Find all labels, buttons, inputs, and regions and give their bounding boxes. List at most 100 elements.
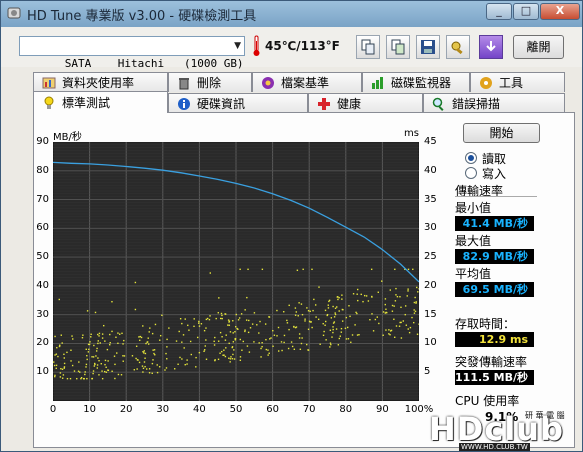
tab-file-benchmark[interactable]: 檔案基準 — [252, 72, 362, 92]
access-time-point — [142, 367, 145, 369]
access-time-point — [164, 369, 166, 371]
tab-folder-usage[interactable]: 資料夾使用率 — [33, 72, 168, 92]
title-bar[interactable]: HD Tune 專業版 v3.00 - 硬碟檢測工具 _ □ X — [1, 1, 582, 27]
drive-select[interactable]: SATA Hitachi (1000 GB) ▼ — [19, 36, 245, 70]
copy-text-button[interactable] — [356, 35, 380, 59]
exit-button[interactable]: 離開 — [513, 35, 564, 59]
access-time-point — [92, 372, 94, 375]
access-time-point — [293, 326, 295, 328]
copy-screenshot-button[interactable] — [386, 35, 410, 59]
access-time-point — [418, 288, 419, 290]
y-left-tick-label: 70 — [36, 193, 49, 205]
access-time-point — [229, 361, 231, 363]
access-time-point — [272, 329, 274, 332]
options-button[interactable] — [446, 35, 470, 59]
tab-health[interactable]: 健康 — [308, 93, 423, 113]
access-time-point — [413, 301, 416, 304]
access-time-point — [283, 311, 285, 313]
access-time-point — [369, 319, 371, 321]
access-time-point — [391, 304, 394, 307]
access-time-point — [377, 291, 379, 293]
tab-disk-monitor[interactable]: 磁碟監視器 — [362, 72, 470, 92]
access-time-point — [371, 295, 373, 298]
access-time-point — [328, 300, 330, 303]
access-time-point — [354, 324, 356, 326]
access-time-point — [311, 326, 313, 329]
drive-select-value: SATA Hitachi (1000 GB) — [64, 57, 244, 70]
access-time-point — [109, 333, 111, 336]
access-time-point — [248, 351, 251, 353]
access-time-point — [135, 357, 137, 360]
access-time-point — [317, 318, 320, 321]
access-time-point — [77, 370, 80, 372]
access-time-point — [340, 327, 343, 330]
access-time-point — [63, 366, 66, 368]
arrow-down-icon — [486, 41, 496, 52]
access-time-point — [227, 324, 229, 326]
access-time-point — [109, 341, 111, 344]
access-time-point — [414, 310, 417, 313]
access-time-point — [209, 272, 212, 274]
access-time-point — [158, 366, 161, 368]
access-time-point — [76, 377, 78, 380]
access-time-point — [134, 281, 137, 284]
access-time-point — [251, 323, 254, 325]
access-time-point — [356, 334, 359, 336]
access-time-point — [205, 327, 207, 329]
close-button[interactable]: X — [540, 3, 580, 20]
access-time-point — [121, 332, 123, 335]
trash-icon — [179, 77, 189, 89]
tab-benchmark[interactable]: 標準測試 — [33, 91, 168, 113]
access-time-point — [395, 287, 397, 290]
access-time-point — [228, 342, 230, 345]
access-time-point — [306, 343, 308, 346]
access-time-point — [281, 349, 283, 352]
minimize-button[interactable]: _ — [486, 3, 512, 20]
access-time-point — [229, 331, 232, 333]
read-radio[interactable] — [465, 152, 477, 164]
access-time-point — [181, 358, 183, 360]
access-time-value: 12.9 ms — [455, 332, 534, 347]
access-time-point — [414, 296, 416, 299]
tab-error-scan[interactable]: 錯誤掃描 — [423, 93, 565, 113]
access-time-point — [416, 333, 419, 335]
access-time-point — [307, 310, 310, 312]
access-time-point — [53, 361, 55, 363]
access-time-point — [154, 323, 157, 326]
maximize-button[interactable]: □ — [513, 3, 539, 20]
save-button[interactable] — [416, 35, 440, 59]
access-time-point — [134, 308, 137, 311]
disk-monitor-icon — [372, 76, 383, 89]
x-tick-label: 100% — [404, 404, 434, 415]
start-button[interactable]: 開始 — [463, 123, 540, 143]
access-time-point — [133, 369, 136, 371]
access-time-point — [117, 332, 119, 334]
access-time-point — [143, 350, 145, 352]
access-time-point — [95, 350, 98, 352]
access-time-point — [399, 296, 401, 298]
y-left-tick-label: 20 — [36, 337, 49, 349]
y-left-tick-label: 80 — [36, 164, 49, 176]
access-time-point — [184, 318, 186, 320]
access-time-point — [362, 300, 364, 303]
access-time-point — [104, 340, 106, 342]
access-time-point — [231, 346, 234, 348]
access-time-point — [247, 331, 250, 334]
access-time-point — [56, 346, 58, 349]
tab-erase[interactable]: 刪除 — [168, 72, 252, 92]
access-time-point — [334, 307, 337, 310]
download-button[interactable] — [479, 35, 503, 59]
write-radio[interactable] — [465, 167, 477, 179]
tab-tools[interactable]: 工具 — [470, 72, 565, 92]
y-right-tick-label: 15 — [424, 308, 437, 320]
access-time-point — [203, 329, 206, 332]
access-time-point — [352, 293, 355, 295]
access-time-point — [195, 356, 197, 359]
tab-drive-info-label: 硬碟資訊 — [197, 97, 246, 111]
tab-drive-info[interactable]: 硬碟資訊 — [168, 93, 308, 113]
access-time-point — [214, 336, 216, 339]
access-time-point — [101, 377, 104, 380]
access-time-point — [408, 331, 411, 334]
access-time-point — [234, 339, 237, 341]
access-time-point — [248, 319, 250, 322]
